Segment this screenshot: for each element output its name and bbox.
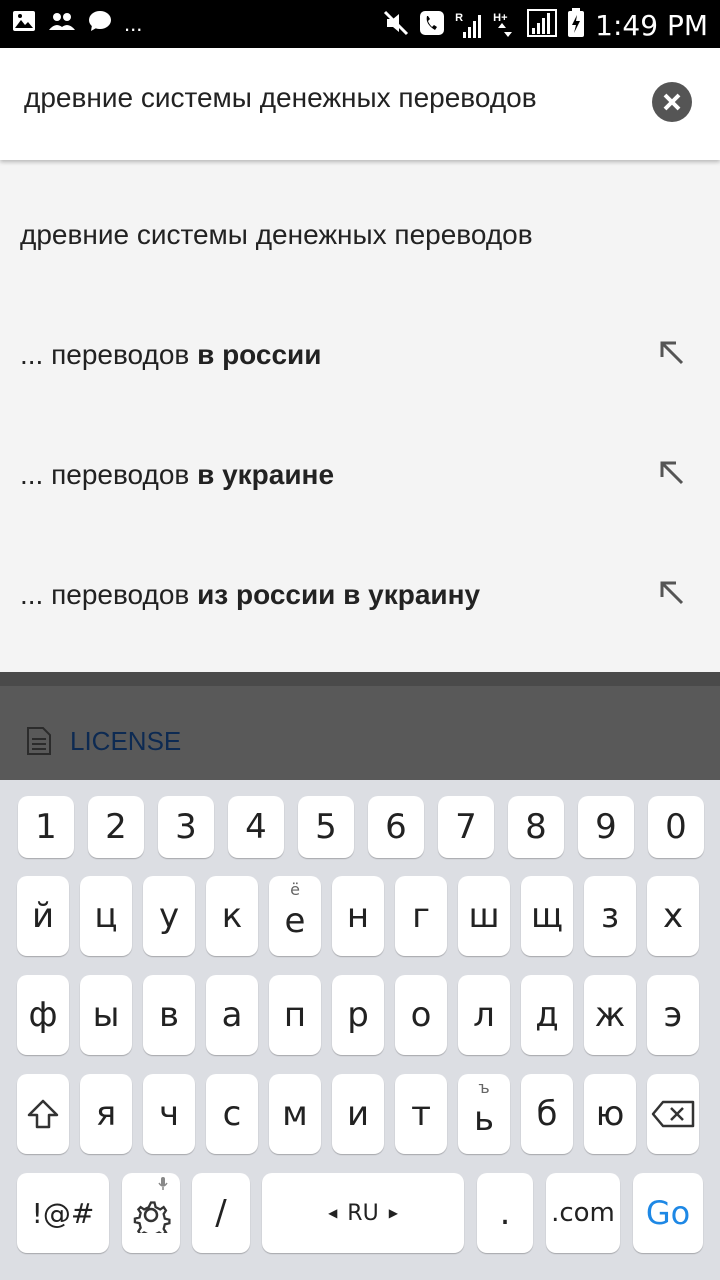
key-letter[interactable]: ы — [80, 975, 132, 1055]
slash-key[interactable]: / — [192, 1173, 250, 1253]
key-letter[interactable]: я — [80, 1074, 132, 1154]
close-icon — [663, 93, 681, 111]
key-letter-e[interactable]: ё е — [269, 876, 321, 956]
key-1[interactable]: 1 — [18, 796, 74, 858]
signal-hplus-icon: H+ — [493, 12, 517, 40]
period-key[interactable]: . — [477, 1173, 533, 1253]
key-letter[interactable]: г — [395, 876, 447, 956]
key-char: ь — [473, 1099, 495, 1139]
battery-charging-icon — [567, 8, 585, 43]
key-9[interactable]: 9 — [578, 796, 634, 858]
key-7[interactable]: 7 — [438, 796, 494, 858]
settings-key[interactable] — [122, 1173, 180, 1253]
key-letter[interactable]: м — [269, 1074, 321, 1154]
key-letter[interactable]: п — [269, 975, 321, 1055]
key-letter[interactable]: х — [647, 876, 699, 956]
key-letter[interactable]: н — [332, 876, 384, 956]
key-letter[interactable]: а — [206, 975, 258, 1055]
key-letter[interactable]: с — [206, 1074, 258, 1154]
keyboard: 1 2 3 4 5 6 7 8 9 0 й ц у к ё е н г ш щ … — [0, 780, 720, 1280]
gallery-icon — [12, 10, 36, 37]
key-letter[interactable]: д — [521, 975, 573, 1055]
key-letter[interactable]: о — [395, 975, 447, 1055]
key-letter[interactable]: ц — [80, 876, 132, 956]
suggestion-item[interactable]: ... переводов в россии — [0, 295, 720, 415]
suggestion-text: ... переводов — [20, 579, 198, 610]
go-key[interactable]: Go — [633, 1173, 703, 1253]
key-6[interactable]: 6 — [368, 796, 424, 858]
signal-r-icon: R — [455, 12, 483, 40]
key-letter[interactable]: ф — [17, 975, 69, 1055]
document-icon — [27, 727, 51, 755]
key-8[interactable]: 8 — [508, 796, 564, 858]
more-notifications: ... — [124, 10, 143, 36]
key-letter[interactable]: в — [143, 975, 195, 1055]
suggestion-bold-text: из россии в украину — [197, 579, 481, 610]
backspace-icon — [651, 1100, 695, 1128]
key-letter[interactable]: и — [332, 1074, 384, 1154]
key-letter-soft-sign[interactable]: ъ ь — [458, 1074, 510, 1154]
suggestion-item[interactable]: древние системы денежных переводов — [0, 175, 720, 295]
fill-query-arrow-icon[interactable] — [656, 457, 688, 489]
chevron-right-icon: ▶ — [388, 1206, 398, 1220]
wifi-call-icon — [419, 10, 445, 41]
dotcom-key[interactable]: .com — [546, 1173, 620, 1253]
fill-query-arrow-icon[interactable] — [656, 337, 688, 369]
shift-key[interactable] — [17, 1074, 69, 1154]
key-letter[interactable]: у — [143, 876, 195, 956]
chat-icon — [88, 10, 112, 37]
key-letter[interactable]: б — [521, 1074, 573, 1154]
suggestion-text: ... переводов — [20, 459, 198, 490]
key-5[interactable]: 5 — [298, 796, 354, 858]
suggestion-item[interactable]: ... переводов из россии в украину — [0, 535, 720, 655]
chevron-left-icon: ◀ — [328, 1206, 338, 1220]
key-char: е — [284, 901, 306, 941]
license-link[interactable]: LICENSE — [70, 726, 181, 757]
key-letter[interactable]: ш — [458, 876, 510, 956]
key-letter[interactable]: к — [206, 876, 258, 956]
key-3[interactable]: 3 — [158, 796, 214, 858]
key-letter[interactable]: щ — [521, 876, 573, 956]
key-alt-char: ъ — [478, 1078, 490, 1097]
microphone-icon — [158, 1177, 168, 1190]
key-letter[interactable]: ч — [143, 1074, 195, 1154]
clear-search-button[interactable] — [652, 82, 692, 122]
language-label: RU — [347, 1200, 379, 1226]
suggestion-item[interactable]: ... переводов в украине — [0, 415, 720, 535]
key-letter[interactable]: э — [647, 975, 699, 1055]
fill-query-arrow-icon[interactable] — [656, 577, 688, 609]
search-bar: древние системы денежных переводов — [0, 48, 720, 160]
key-letter[interactable]: ж — [584, 975, 636, 1055]
key-2[interactable]: 2 — [88, 796, 144, 858]
suggestion-text: ... переводов — [20, 339, 198, 370]
key-letter[interactable]: л — [458, 975, 510, 1055]
status-time: 1:49 PM — [595, 8, 708, 42]
key-letter[interactable]: ю — [584, 1074, 636, 1154]
key-alt-char: ё — [290, 880, 300, 899]
suggestion-bold-text: в украине — [197, 459, 335, 490]
background-panel: LICENSE — [0, 672, 720, 780]
cell-signal-icon — [527, 9, 558, 42]
key-0[interactable]: 0 — [648, 796, 704, 858]
search-input[interactable]: древние системы денежных переводов — [24, 82, 537, 114]
key-letter[interactable]: з — [584, 876, 636, 956]
key-letter[interactable]: р — [332, 975, 384, 1055]
backspace-key[interactable] — [647, 1074, 699, 1154]
suggestion-bold-text: в россии — [197, 339, 322, 370]
suggestion-text: древние системы денежных переводов — [20, 219, 533, 250]
gear-icon — [133, 1201, 171, 1233]
key-4[interactable]: 4 — [228, 796, 284, 858]
shift-arrow-icon — [27, 1099, 59, 1129]
group-icon — [48, 11, 76, 36]
key-letter[interactable]: й — [17, 876, 69, 956]
space-key[interactable]: ◀ RU ▶ — [262, 1173, 464, 1253]
status-bar: ... R H+ 1:49 PM — [0, 0, 720, 48]
mute-icon — [383, 10, 409, 41]
symbols-key[interactable]: !@# — [17, 1173, 109, 1253]
key-letter[interactable]: т — [395, 1074, 447, 1154]
